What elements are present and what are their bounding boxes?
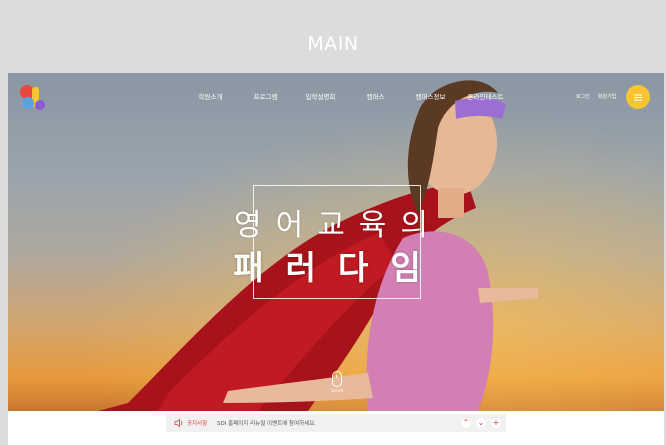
nav-item-campus[interactable]: 캠퍼스 bbox=[348, 91, 403, 101]
notice-text[interactable]: SDI 홈페이지 리뉴얼 이벤트에 참여하세요. bbox=[217, 419, 461, 427]
notice-next-button[interactable]: ⌄ bbox=[476, 418, 486, 428]
hero-banner: 학원소개 프로그램 입학설명회 캠퍼스 캠퍼스정보 온라인테스트 로그인 회원가… bbox=[8, 73, 664, 411]
hamburger-icon bbox=[634, 96, 642, 98]
menu-button[interactable] bbox=[626, 85, 650, 109]
notice-title: 공지사항 bbox=[187, 421, 208, 427]
plus-icon: + bbox=[492, 418, 500, 427]
nav-item-campus-info[interactable]: 캠퍼스정보 bbox=[403, 91, 458, 101]
notice-more-button[interactable]: + bbox=[491, 418, 501, 428]
hero-headline-main: 패러다임 bbox=[233, 248, 443, 287]
join-link[interactable]: 회원가입 bbox=[598, 93, 616, 100]
nav-item-online-test[interactable]: 온라인테스트 bbox=[458, 91, 513, 101]
chevron-up-icon: ⌃ bbox=[462, 418, 470, 427]
scroll-label: Scroll bbox=[330, 389, 344, 394]
scroll-indicator[interactable]: Scroll bbox=[327, 371, 347, 394]
mouse-icon bbox=[332, 371, 342, 387]
nav-item-admission[interactable]: 입학설명회 bbox=[293, 91, 348, 101]
notice-bar: 공지사항 SDI 홈페이지 리뉴얼 이벤트에 참여하세요. ⌃ ⌄ + bbox=[166, 414, 506, 432]
login-link[interactable]: 로그인 bbox=[576, 93, 590, 100]
sdi-logo[interactable] bbox=[18, 83, 54, 113]
hero-headline-top: 영어교육의 bbox=[234, 208, 442, 243]
speaker-icon bbox=[174, 418, 183, 428]
website-frame: 학원소개 프로그램 입학설명회 캠퍼스 캠퍼스정보 온라인테스트 로그인 회원가… bbox=[8, 73, 664, 445]
nav-item-about[interactable]: 학원소개 bbox=[183, 91, 238, 101]
utility-links: 로그인 회원가입 bbox=[576, 93, 616, 100]
chevron-down-icon: ⌄ bbox=[477, 418, 485, 427]
main-nav: 학원소개 프로그램 입학설명회 캠퍼스 캠퍼스정보 온라인테스트 bbox=[183, 91, 513, 101]
notice-prev-button[interactable]: ⌃ bbox=[461, 418, 471, 428]
page-caption: MAIN bbox=[307, 33, 359, 55]
nav-item-program[interactable]: 프로그램 bbox=[238, 91, 293, 101]
